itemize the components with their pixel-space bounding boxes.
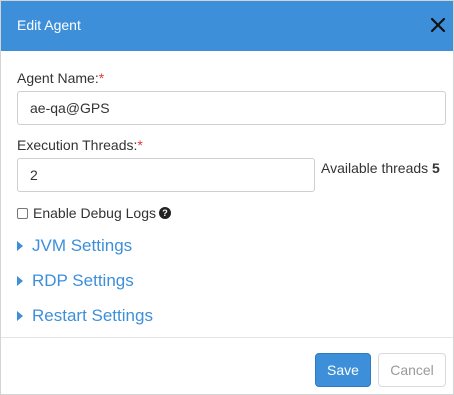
section-rdp-settings[interactable]: RDP Settings — [17, 270, 134, 292]
edit-agent-dialog: Edit Agent Agent Name:* Execution Thread… — [0, 0, 454, 395]
section-label: Restart Settings — [32, 306, 153, 325]
section-restart-settings[interactable]: Restart Settings — [17, 305, 153, 327]
section-jvm-settings[interactable]: JVM Settings — [17, 235, 132, 257]
enable-debug-logs-row: Enable Debug Logs ? — [17, 204, 171, 222]
execution-threads-label: Execution Threads:* — [17, 137, 143, 153]
help-icon[interactable]: ? — [159, 207, 171, 219]
dialog-header: Edit Agent — [1, 1, 453, 51]
close-icon[interactable] — [427, 14, 449, 36]
execution-threads-input[interactable] — [17, 158, 315, 192]
caret-right-icon — [17, 276, 23, 286]
available-threads-count: 5 — [432, 160, 440, 176]
caret-right-icon — [17, 311, 23, 321]
cancel-button[interactable]: Cancel — [378, 353, 446, 387]
agent-name-label: Agent Name:* — [17, 70, 104, 86]
agent-name-input[interactable] — [17, 91, 446, 125]
required-marker: * — [137, 137, 143, 153]
save-button[interactable]: Save — [315, 353, 371, 387]
available-threads-label: Available threads — [321, 160, 429, 176]
dialog-title: Edit Agent — [17, 17, 81, 33]
agent-name-label-text: Agent Name: — [17, 70, 99, 86]
caret-right-icon — [17, 241, 23, 251]
enable-debug-logs-checkbox[interactable] — [17, 207, 28, 219]
section-label: RDP Settings — [32, 271, 134, 290]
available-threads: Available threads 5 — [321, 160, 440, 176]
section-label: JVM Settings — [32, 236, 133, 255]
required-marker: * — [98, 70, 105, 86]
footer-divider — [1, 337, 453, 338]
execution-threads-label-text: Execution Threads: — [17, 137, 138, 153]
enable-debug-logs-label[interactable]: Enable Debug Logs — [33, 205, 156, 221]
